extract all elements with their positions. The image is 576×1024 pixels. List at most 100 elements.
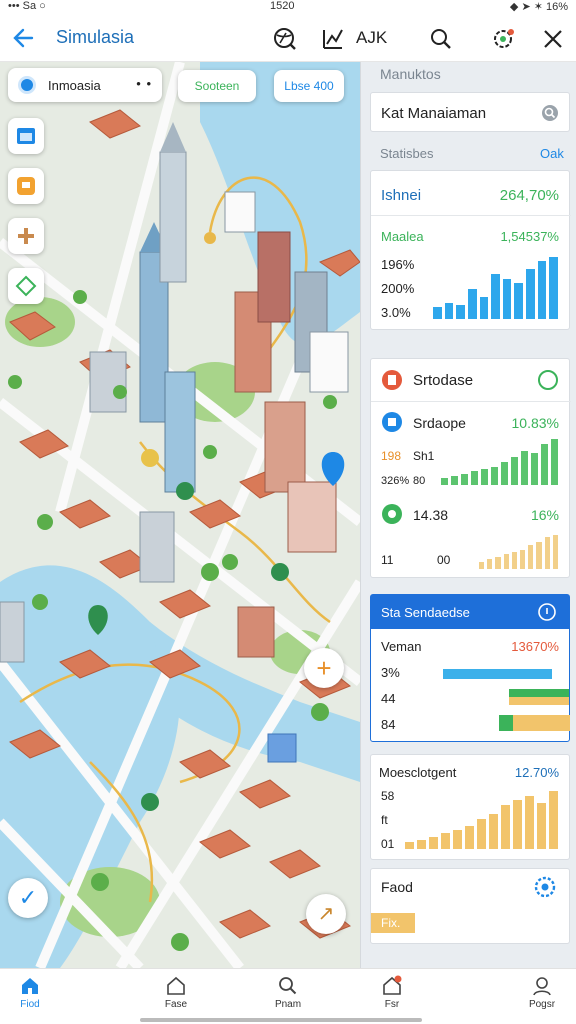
card2-green-bar <box>541 443 548 485</box>
stat-card-moesclotgent[interactable]: Moesclotgent 12.70% 58 ft 01 <box>370 754 570 860</box>
zoom-in-button[interactable]: + <box>304 648 344 688</box>
card2-green-bar-chart <box>441 439 561 485</box>
header-right-text: AJK <box>356 28 388 47</box>
card2-r5-a: 11 <box>381 553 394 567</box>
card2-yellow-bar <box>528 544 534 569</box>
card4-bar <box>537 802 546 849</box>
city-map-illustration <box>0 62 360 968</box>
card1-row-3: 3.0% <box>381 305 411 320</box>
refresh-icon[interactable] <box>537 369 559 391</box>
leaf-icon <box>382 504 402 524</box>
map-filter-pill-2-label: Lbse 400 <box>284 79 334 93</box>
card2-row-label: Srdaope <box>413 415 466 431</box>
gear-icon[interactable] <box>533 875 557 899</box>
navigate-arrow-icon: ↗ <box>317 903 335 925</box>
layers-button[interactable] <box>8 268 44 304</box>
stat-card-ishnei[interactable]: Ishnei 264,70% Maalea 1,54537% 196% 200%… <box>370 170 571 330</box>
card4-bar <box>429 837 438 849</box>
card4-bar <box>549 791 558 849</box>
card1-bar <box>537 261 547 319</box>
stat-card-sendaedse[interactable]: Sta Sendaedse Veman 13670% 3% 44 84 <box>370 594 570 742</box>
map-search-menu[interactable]: • • <box>136 76 152 91</box>
card4-row-2: ft <box>381 813 388 827</box>
bottom-nav: Fiod Fase Pnam Fsr Pogsr <box>0 968 576 1024</box>
card2-row-value: 10.83% <box>511 415 559 431</box>
map-filter-pill-2[interactable]: Lbse 400 <box>274 70 344 102</box>
card1-bar <box>549 257 558 319</box>
card1-row-1: 196% <box>381 257 415 272</box>
chart-icon <box>323 29 343 49</box>
card3-hbar-1 <box>443 669 552 679</box>
stat-card-faod[interactable]: Faod Fix. <box>370 868 570 944</box>
card3-hbar-2 <box>509 689 569 705</box>
card2-green-bar <box>461 473 468 485</box>
settings-button[interactable] <box>490 26 516 52</box>
card2-yellow-bar <box>495 556 501 569</box>
map-filter-pill-1[interactable]: Sooteen <box>178 70 256 102</box>
card2-green-bar <box>451 475 458 485</box>
layers-icon <box>15 275 37 297</box>
card2-yellow-bar <box>552 535 558 569</box>
card1-sub: Maalea <box>381 229 424 244</box>
card2-green-bar <box>531 452 538 485</box>
card1-bar <box>433 307 442 319</box>
card2-green-bar <box>481 468 488 485</box>
card4-bar-chart <box>405 791 561 849</box>
card1-bar <box>456 305 465 319</box>
nav-item-1[interactable]: Fase <box>146 975 206 1010</box>
chart-button[interactable] <box>320 26 346 52</box>
card5-title: Faod <box>381 879 413 895</box>
home-indicator <box>140 1018 422 1022</box>
card3-hbar-3 <box>499 715 570 731</box>
info-icon <box>382 412 402 432</box>
nav-item-2[interactable]: Pnam <box>258 975 318 1010</box>
calendar-button[interactable] <box>8 118 44 154</box>
map-search-pill[interactable]: Inmoasia • • <box>8 68 162 102</box>
info-circle-icon[interactable] <box>537 602 557 622</box>
card3-row-3: 84 <box>381 717 396 732</box>
city-map[interactable]: Inmoasia • • Sooteen Lbse 400 + ✓ ↗ <box>0 62 360 968</box>
nav-item-4[interactable]: Pogsr <box>512 975 572 1010</box>
stat-card-srtodase[interactable]: Srtodase Srdaope 10.83% 198 Sh1 326% 80 … <box>370 358 571 578</box>
panel-search-field[interactable]: Kat Manaiaman <box>370 92 570 132</box>
globe-icon <box>274 28 296 50</box>
close-icon <box>544 30 562 48</box>
card4-bar <box>405 842 414 849</box>
status-left: ••• Sa ○ <box>8 0 46 12</box>
alert-icon <box>382 370 402 390</box>
globe-button[interactable] <box>272 26 298 52</box>
navigate-button[interactable]: ↗ <box>306 894 346 934</box>
status-right: ◆ ➤ ✶ 16% <box>509 1 568 13</box>
nav-item-0[interactable]: Fiod <box>0 975 60 1010</box>
close-button[interactable] <box>540 26 566 52</box>
back-button[interactable] <box>10 24 38 52</box>
nav-label-3: Fsr <box>384 999 400 1010</box>
nav-label-1: Fase <box>164 999 188 1010</box>
divider <box>371 401 571 402</box>
card3-row-value: 13670% <box>511 639 559 654</box>
nav-item-3[interactable]: Fsr <box>362 975 422 1010</box>
card2-green-bar <box>501 462 508 485</box>
search-button[interactable] <box>428 26 454 52</box>
confirm-button[interactable]: ✓ <box>8 878 48 918</box>
panel-section-title: Manuktos <box>380 66 441 82</box>
flag-button[interactable] <box>8 168 44 204</box>
card1-bar <box>467 289 477 319</box>
card3-row-2: 44 <box>381 691 396 706</box>
card2-header: Srtodase <box>413 372 474 389</box>
card2-green-bar <box>491 466 498 485</box>
card5-badge: Fix. <box>371 913 415 933</box>
card2-yellow-bar <box>487 559 493 569</box>
card2-r4-value: 16% <box>530 507 559 523</box>
card2-yellow-bar <box>520 549 526 569</box>
search-icon[interactable] <box>541 104 559 122</box>
app-header: Simulasia AJK <box>0 14 576 62</box>
stats-link[interactable]: Oak <box>540 146 564 161</box>
house-outline-icon <box>167 976 185 995</box>
card4-value: 12.70% <box>514 765 559 780</box>
card1-bar <box>514 283 524 319</box>
card2-green-bar <box>471 471 478 485</box>
card3-row-1: 3% <box>381 665 400 680</box>
tools-button[interactable] <box>8 218 44 254</box>
card4-bar <box>441 832 450 849</box>
